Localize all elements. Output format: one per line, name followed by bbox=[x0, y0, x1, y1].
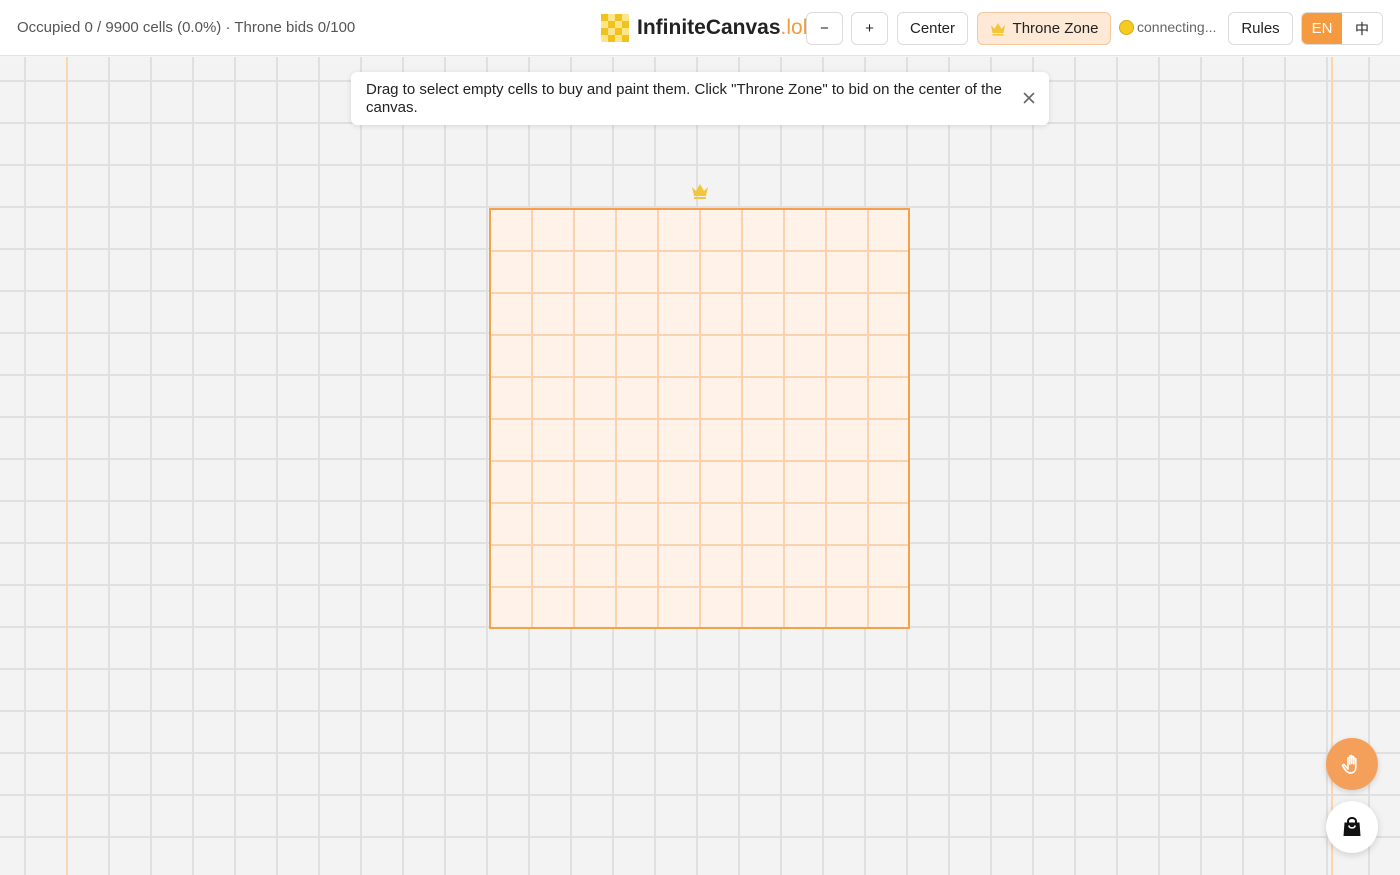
checker-logo-icon bbox=[601, 14, 629, 42]
throne-zone-button[interactable]: Throne Zone bbox=[977, 12, 1111, 45]
canvas-boundary-left bbox=[66, 57, 68, 875]
lang-en-button[interactable]: EN bbox=[1302, 13, 1342, 44]
top-bar: Occupied 0 / 9900 cells (0.0%) · Throne … bbox=[0, 0, 1400, 56]
connection-text: connecting... bbox=[1137, 19, 1217, 35]
throne-zone-label: Throne Zone bbox=[1012, 20, 1099, 37]
hint-toast: Drag to select empty cells to buy and pa… bbox=[351, 72, 1049, 125]
shopping-bag-icon bbox=[1343, 816, 1361, 836]
cart-button[interactable] bbox=[1326, 801, 1378, 853]
hint-text: Drag to select empty cells to buy and pa… bbox=[366, 81, 1002, 116]
crown-icon bbox=[990, 22, 1005, 36]
pan-mode-button[interactable] bbox=[1326, 738, 1378, 790]
app-tld: .lol bbox=[780, 16, 808, 39]
throne-crown-icon bbox=[692, 184, 708, 199]
throne-zone-area[interactable] bbox=[489, 208, 910, 629]
zoom-out-button[interactable]: − bbox=[806, 12, 843, 45]
center-button[interactable]: Center bbox=[897, 12, 968, 45]
close-icon[interactable] bbox=[1021, 90, 1037, 106]
hand-pointer-icon bbox=[1341, 754, 1357, 774]
pixel-canvas[interactable] bbox=[0, 57, 1400, 875]
rules-button[interactable]: Rules bbox=[1228, 12, 1293, 45]
connection-status: connecting... bbox=[1119, 19, 1216, 35]
language-switcher: EN 中 bbox=[1301, 12, 1383, 45]
app-logo: InfiniteCanvas.lol bbox=[601, 13, 807, 43]
occupancy-status: Occupied 0 / 9900 cells (0.0%) · Throne … bbox=[17, 19, 356, 36]
status-dot-icon bbox=[1119, 19, 1134, 35]
app-name: InfiniteCanvas bbox=[637, 16, 781, 39]
zoom-in-button[interactable]: + bbox=[851, 12, 888, 45]
lang-zh-button[interactable]: 中 bbox=[1342, 13, 1382, 44]
